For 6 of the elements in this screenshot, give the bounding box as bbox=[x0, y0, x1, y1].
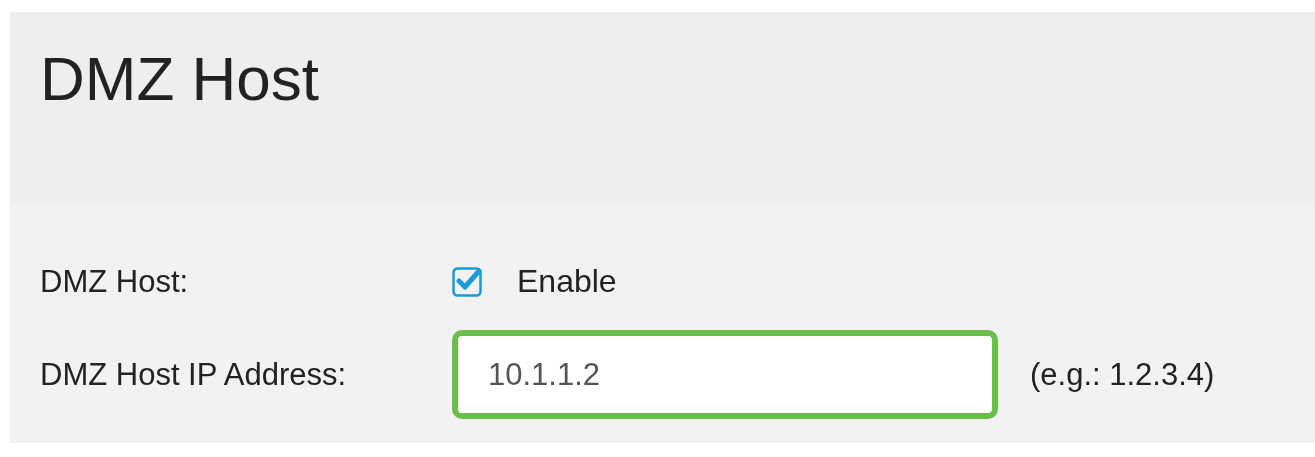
field-label: DMZ Host: bbox=[40, 263, 190, 300]
format-hint: (e.g.: 1.2.3.4) bbox=[1030, 356, 1215, 393]
ip-address-field[interactable]: 10.1.1.2 bbox=[452, 330, 998, 419]
page-title: DMZ Host bbox=[40, 43, 319, 115]
checkbox-label: Enable bbox=[517, 263, 617, 300]
field-label: DMZ Host IP Address: bbox=[40, 356, 348, 393]
